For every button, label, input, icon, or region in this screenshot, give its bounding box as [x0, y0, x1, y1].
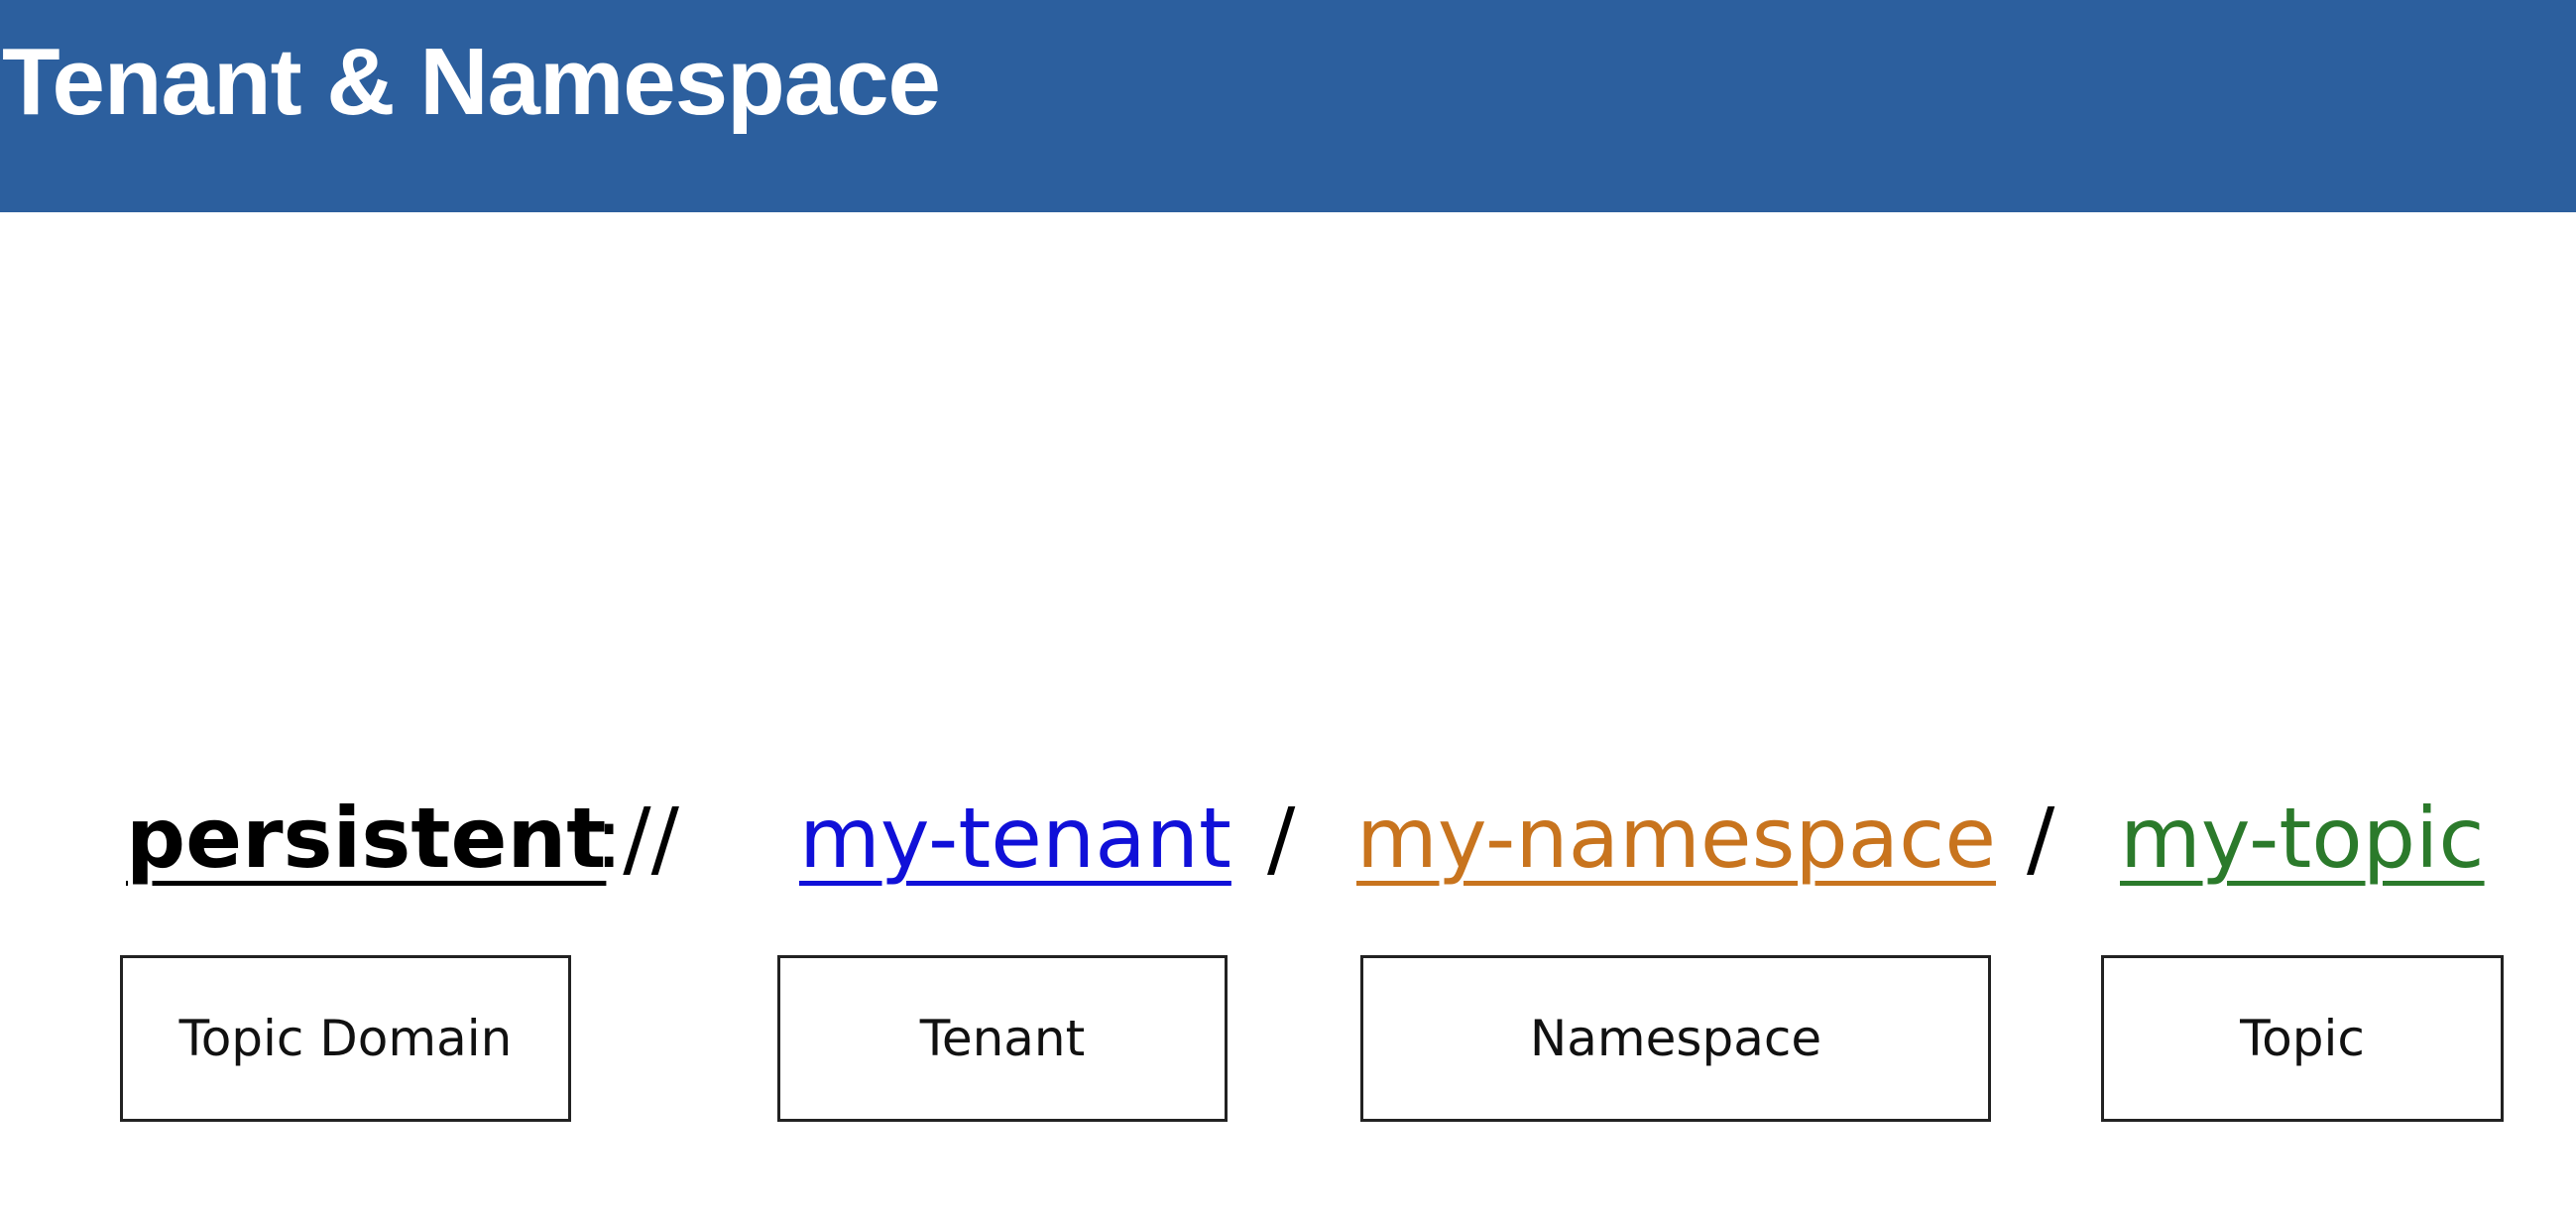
url-segment-namespace: my-namespace [1356, 790, 1997, 887]
url-segment-tenant: my-tenant [799, 790, 1231, 887]
label-box-namespace: Namespace [1360, 955, 1991, 1122]
label-box-domain: Topic Domain [120, 955, 571, 1122]
url-segment-topic: my-topic [2120, 790, 2485, 887]
label-topic: Topic [2240, 1010, 2365, 1067]
url-separator-1: / [1267, 790, 1296, 887]
label-box-tenant: Tenant [777, 955, 1228, 1122]
label-tenant: Tenant [919, 1010, 1086, 1067]
label-namespace: Namespace [1529, 1010, 1822, 1067]
slide-title: Tenant & Namespace [2, 29, 941, 135]
label-box-topic: Topic [2101, 955, 2504, 1122]
url-scheme-separator: :// [595, 790, 679, 887]
url-separator-2: / [2027, 790, 2055, 887]
url-segment-domain: persistent [126, 790, 607, 887]
title-bar: Tenant & Namespace [0, 0, 2576, 212]
label-domain: Topic Domain [178, 1010, 513, 1067]
